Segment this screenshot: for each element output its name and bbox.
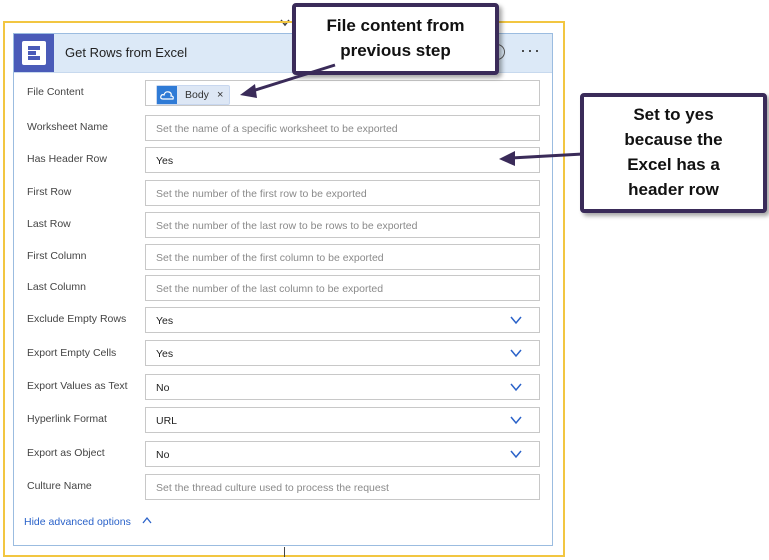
last-row-label: Last Row bbox=[27, 218, 71, 230]
has-header-row-value: Yes bbox=[156, 155, 174, 167]
last-row-input[interactable]: Set the number of the last row to be row… bbox=[145, 212, 540, 238]
export-values-as-text-select[interactable]: No bbox=[145, 374, 540, 400]
export-as-object-value: No bbox=[156, 449, 170, 461]
worksheet-name-placeholder: Set the name of a specific worksheet to … bbox=[156, 123, 398, 135]
export-empty-cells-label: Export Empty Cells bbox=[27, 347, 117, 359]
callout-line: File content from bbox=[326, 16, 465, 35]
exclude-empty-rows-label: Exclude Empty Rows bbox=[27, 313, 127, 325]
file-content-label: File Content bbox=[27, 86, 84, 98]
culture-name-input[interactable]: Set the thread culture used to process t… bbox=[145, 474, 540, 500]
last-row-placeholder: Set the number of the last row to be row… bbox=[156, 220, 418, 232]
callout-line: Excel has a bbox=[627, 155, 720, 174]
chevron-down-icon[interactable] bbox=[510, 381, 522, 393]
first-column-input[interactable]: Set the number of the first column to be… bbox=[145, 244, 540, 270]
hyperlink-format-value: URL bbox=[156, 415, 178, 427]
action-title: Get Rows from Excel bbox=[65, 45, 188, 60]
chevron-down-icon[interactable] bbox=[510, 448, 522, 460]
token-label: Body bbox=[185, 89, 209, 101]
export-empty-cells-select[interactable]: Yes bbox=[145, 340, 540, 366]
flow-connector-line bbox=[284, 547, 285, 557]
first-row-placeholder: Set the number of the first row to be ex… bbox=[156, 188, 367, 200]
first-row-label: First Row bbox=[27, 186, 72, 198]
body-token[interactable]: Body × bbox=[156, 85, 231, 105]
header-row-callout: Set to yes because the Excel has a heade… bbox=[580, 93, 767, 213]
callout-arrow-icon bbox=[499, 151, 584, 166]
callout-line: header row bbox=[628, 180, 719, 199]
onedrive-cloud-icon bbox=[157, 86, 177, 104]
chevron-up-icon[interactable] bbox=[142, 516, 152, 524]
exclude-empty-rows-value: Yes bbox=[156, 315, 174, 327]
worksheet-name-input[interactable]: Set the name of a specific worksheet to … bbox=[145, 115, 540, 141]
chevron-down-icon[interactable] bbox=[510, 414, 522, 426]
has-header-row-input[interactable]: Yes bbox=[145, 147, 540, 173]
first-column-placeholder: Set the number of the first column to be… bbox=[156, 252, 384, 264]
exclude-empty-rows-select[interactable]: Yes bbox=[145, 307, 540, 333]
remove-token-button[interactable]: × bbox=[217, 89, 223, 101]
chevron-down-icon[interactable] bbox=[510, 314, 522, 326]
culture-name-placeholder: Set the thread culture used to process t… bbox=[156, 482, 389, 494]
hyperlink-format-label: Hyperlink Format bbox=[27, 413, 107, 425]
culture-name-label: Culture Name bbox=[27, 480, 92, 492]
callout-line: Set to yes bbox=[633, 105, 714, 124]
callout-arrow-icon bbox=[240, 63, 336, 98]
export-as-object-label: Export as Object bbox=[27, 447, 105, 459]
export-values-as-text-value: No bbox=[156, 382, 170, 394]
last-column-input[interactable]: Set the number of the last column to be … bbox=[145, 275, 540, 301]
callout-line: because the bbox=[624, 130, 723, 149]
export-values-as-text-label: Export Values as Text bbox=[27, 380, 128, 392]
hyperlink-format-select[interactable]: URL bbox=[145, 407, 540, 433]
export-as-object-select[interactable]: No bbox=[145, 441, 540, 467]
excel-e-icon bbox=[14, 34, 54, 72]
has-header-row-label: Has Header Row bbox=[27, 153, 107, 165]
worksheet-name-label: Worksheet Name bbox=[27, 121, 108, 133]
first-column-label: First Column bbox=[27, 250, 87, 262]
last-column-label: Last Column bbox=[27, 281, 86, 293]
first-row-input[interactable]: Set the number of the first row to be ex… bbox=[145, 180, 540, 206]
more-options-button[interactable]: ··· bbox=[520, 40, 541, 61]
last-column-placeholder: Set the number of the last column to be … bbox=[156, 283, 384, 295]
chevron-down-icon[interactable] bbox=[510, 347, 522, 359]
export-empty-cells-value: Yes bbox=[156, 348, 174, 360]
hide-advanced-options-link[interactable]: Hide advanced options bbox=[24, 516, 131, 528]
